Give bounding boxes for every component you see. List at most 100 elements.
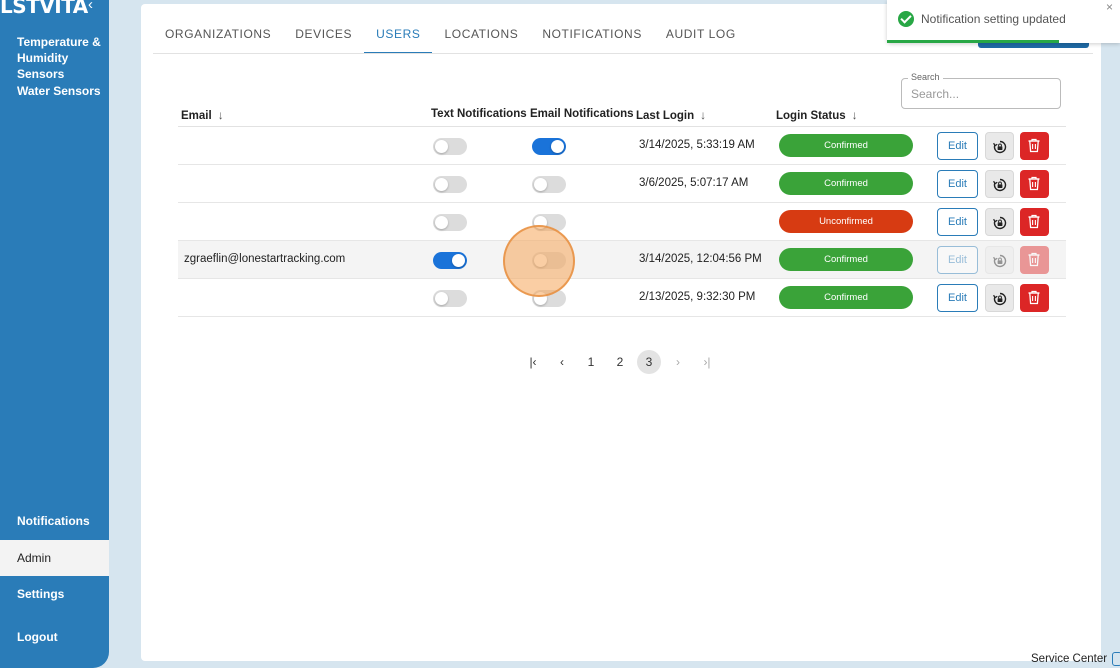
text-notification-toggle[interactable] [433, 252, 467, 269]
toggle-knob [452, 254, 465, 267]
tab-audit-log[interactable]: AUDIT LOG [654, 4, 748, 54]
trash-icon [1028, 252, 1040, 267]
page-button-2[interactable]: 2 [608, 350, 632, 374]
column-header-last-login[interactable]: Last Login ↓ [636, 108, 706, 122]
lock-reset-icon [993, 292, 1007, 306]
sidebar-item-notifications[interactable]: Notifications [17, 513, 107, 529]
lock-reset-icon [993, 178, 1007, 192]
sidebar-item-water-sensors[interactable]: Water Sensors [17, 83, 107, 99]
first-page-icon[interactable]: |‹ [521, 350, 545, 374]
login-status-badge: Confirmed [779, 172, 913, 195]
last-page-icon[interactable]: ›| [695, 350, 719, 374]
sort-arrow-icon[interactable]: ↓ [218, 108, 224, 122]
table-row: 3/14/2025, 5:33:19 AM Confirmed Edit [178, 127, 1066, 165]
page-button-1[interactable]: 1 [579, 350, 603, 374]
email-notification-toggle[interactable] [532, 252, 566, 269]
trash-icon [1028, 176, 1040, 191]
email-notification-toggle[interactable] [532, 176, 566, 193]
tab-notifications[interactable]: NOTIFICATIONS [530, 4, 654, 54]
toast-progress-bar [887, 40, 1059, 43]
sidebar-item-settings[interactable]: Settings [17, 586, 107, 602]
trash-icon [1028, 214, 1040, 229]
tab-devices[interactable]: DEVICES [283, 4, 364, 54]
last-login: 3/6/2025, 5:07:17 AM [639, 177, 749, 189]
user-email: zgraeflin@lonestartracking.com [184, 253, 346, 265]
text-notification-toggle[interactable] [433, 138, 467, 155]
app-logo: LSTVITA [0, 0, 88, 18]
service-center-icon[interactable] [1112, 652, 1120, 666]
table-row: 3/6/2025, 5:07:17 AM Confirmed Edit [178, 165, 1066, 203]
trash-icon [1028, 290, 1040, 305]
page-button-3[interactable]: 3 [637, 350, 661, 374]
login-status-badge: Confirmed [779, 134, 913, 157]
edit-button[interactable]: Edit [937, 284, 978, 312]
tab-divider [153, 53, 1093, 54]
email-notification-toggle[interactable] [532, 290, 566, 307]
lock-reset-icon [993, 216, 1007, 230]
login-status-badge: Unconfirmed [779, 210, 913, 233]
column-header-email-label: Email [181, 110, 212, 122]
text-notification-toggle[interactable] [433, 176, 467, 193]
sort-arrow-icon[interactable]: ↓ [700, 108, 706, 122]
toggle-knob [534, 216, 547, 229]
reset-password-button[interactable] [985, 284, 1014, 312]
sidebar-item-admin[interactable]: Admin [0, 540, 109, 576]
column-header-login-status-label: Login Status [776, 110, 846, 122]
toggle-knob [435, 292, 448, 305]
table-row: zgraeflin@lonestartracking.com 3/14/2025,… [178, 241, 1066, 279]
check-circle-icon [898, 11, 914, 27]
edit-button[interactable]: Edit [937, 246, 978, 274]
email-notification-toggle[interactable] [532, 138, 566, 155]
tab-organizations[interactable]: ORGANIZATIONS [153, 4, 283, 54]
delete-button[interactable] [1020, 284, 1049, 312]
edit-button[interactable]: Edit [937, 170, 978, 198]
toggle-knob [534, 292, 547, 305]
next-page-icon[interactable]: › [666, 350, 690, 374]
text-notification-toggle[interactable] [433, 290, 467, 307]
email-notification-toggle[interactable] [532, 214, 566, 231]
reset-password-button[interactable] [985, 208, 1014, 236]
reset-password-button[interactable] [985, 132, 1014, 160]
column-header-email-notifications: Email Notifications [530, 108, 634, 120]
toggle-knob [435, 140, 448, 153]
last-login: 3/14/2025, 5:33:19 AM [639, 139, 755, 151]
reset-password-button[interactable] [985, 246, 1014, 274]
sidebar-item-temperature-humidity[interactable]: Temperature & Humidity Sensors [17, 34, 107, 82]
previous-page-icon[interactable]: ‹ [550, 350, 574, 374]
service-center-link[interactable]: Service Center [1031, 653, 1107, 665]
delete-button[interactable] [1020, 170, 1049, 198]
column-header-text-notifications: Text Notifications [431, 108, 527, 120]
close-icon[interactable]: × [1106, 0, 1113, 14]
login-status-badge: Confirmed [779, 286, 913, 309]
toggle-knob [435, 178, 448, 191]
toggle-knob [534, 254, 547, 267]
tab-users[interactable]: USERS [364, 4, 433, 54]
last-login: 2/13/2025, 9:32:30 PM [639, 291, 756, 303]
table-row: 2/13/2025, 9:32:30 PM Confirmed Edit [178, 279, 1066, 317]
toast-message: Notification setting updated [921, 12, 1066, 26]
tab-locations[interactable]: LOCATIONS [432, 4, 530, 54]
tab-bar: ORGANIZATIONS DEVICES USERS LOCATIONS NO… [153, 4, 748, 54]
toast-notification: Notification setting updated × [887, 0, 1120, 43]
toggle-knob [551, 140, 564, 153]
text-notification-toggle[interactable] [433, 214, 467, 231]
sort-arrow-icon[interactable]: ↓ [852, 108, 858, 122]
search-input[interactable] [911, 87, 1051, 101]
delete-button[interactable] [1020, 208, 1049, 236]
sidebar: LSTVITA ‹ Temperature & Humidity Sensors… [0, 0, 109, 668]
chevron-left-icon[interactable]: ‹ [88, 0, 93, 13]
edit-button[interactable]: Edit [937, 132, 978, 160]
delete-button[interactable] [1020, 246, 1049, 274]
sidebar-item-logout[interactable]: Logout [17, 629, 107, 645]
trash-icon [1028, 138, 1040, 153]
lock-reset-icon [993, 254, 1007, 268]
lock-reset-icon [993, 140, 1007, 154]
admin-panel: ORGANIZATIONS DEVICES USERS LOCATIONS NO… [141, 4, 1101, 661]
reset-password-button[interactable] [985, 170, 1014, 198]
edit-button[interactable]: Edit [937, 208, 978, 236]
column-header-email[interactable]: Email ↓ [181, 108, 224, 122]
delete-button[interactable] [1020, 132, 1049, 160]
column-header-login-status[interactable]: Login Status ↓ [776, 108, 858, 122]
column-header-last-login-label: Last Login [636, 110, 695, 122]
toggle-knob [534, 178, 547, 191]
